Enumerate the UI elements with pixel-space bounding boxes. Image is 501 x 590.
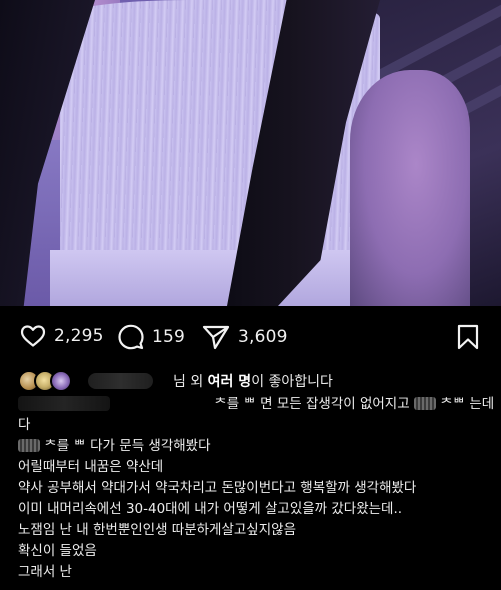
caption-line: 약사 공부해서 약대가서 약국차리고 돈많이번다고 행복할까 생각해봤다: [18, 480, 417, 496]
caption-text: ᄎ를 ᄈ 다가 문득 생각해봤다: [44, 438, 211, 454]
avatar: [50, 370, 72, 392]
caption-line: 어릴때부터 내꿈은 약산데: [18, 459, 164, 475]
caption-text: ᄎᄈ 는데에 집중하게된: [440, 396, 493, 412]
liked-by-suffix: 이 좋아합니다: [251, 374, 333, 390]
liked-by-prefix: 님 외: [173, 374, 208, 390]
caption-line: 그래서 난: [18, 564, 72, 580]
liked-by-others-link[interactable]: 여러 명: [208, 374, 252, 390]
liked-by-row[interactable]: 님 외 여러 명이 좋아합니다: [18, 368, 488, 394]
caption-line: 확신이 들었음: [18, 543, 97, 559]
like-button[interactable]: 2,295: [20, 324, 104, 348]
like-count: 2,295: [54, 326, 104, 346]
post-photo[interactable]: [0, 0, 501, 306]
liker-avatars[interactable]: [18, 370, 78, 392]
heart-icon: [20, 324, 46, 348]
redacted-username[interactable]: [88, 373, 153, 389]
bookmark-icon: [457, 324, 479, 354]
caption-line: ᄎ를 ᄈ 면 모든 잡생각이 없어지고 ᄎᄈ 는데에 집중하게된: [18, 394, 493, 415]
caption-line: ᄎ를 ᄈ 다가 문득 생각해봤다: [18, 436, 493, 457]
redacted-username[interactable]: [18, 396, 110, 411]
caption-line: 이미 내머리속에선 30-40대에 내가 어떻게 살고있을까 갔다왔는데..: [18, 501, 403, 517]
comment-icon: [118, 324, 144, 350]
redacted-text: [18, 439, 40, 452]
photo-dress-waist: [50, 250, 370, 306]
comment-count: 159: [152, 327, 186, 347]
photo-shoulder: [350, 70, 470, 306]
liked-by-text: 님 외 여러 명이 좋아합니다: [173, 371, 333, 391]
send-icon: [202, 324, 230, 350]
save-button[interactable]: [457, 324, 479, 354]
redacted-text: [413, 397, 436, 410]
share-count: 3,609: [238, 327, 288, 347]
share-button[interactable]: 3,609: [202, 324, 288, 350]
post-caption: ᄎ를 ᄈ 면 모든 잡생각이 없어지고 ᄎᄈ 는데에 집중하게된 다 ᄎ를 ᄈ …: [18, 394, 493, 583]
post-action-bar: 2,295 159 3,609: [0, 306, 501, 368]
caption-text: ᄎ를 ᄈ 면 모든 잡생각이 없어지고: [214, 396, 410, 412]
comment-button[interactable]: 159: [118, 324, 185, 350]
caption-line: 노잼임 난 내 한번뿐인인생 따분하게살고싶지않음: [18, 522, 296, 538]
caption-line: 다: [18, 417, 31, 433]
